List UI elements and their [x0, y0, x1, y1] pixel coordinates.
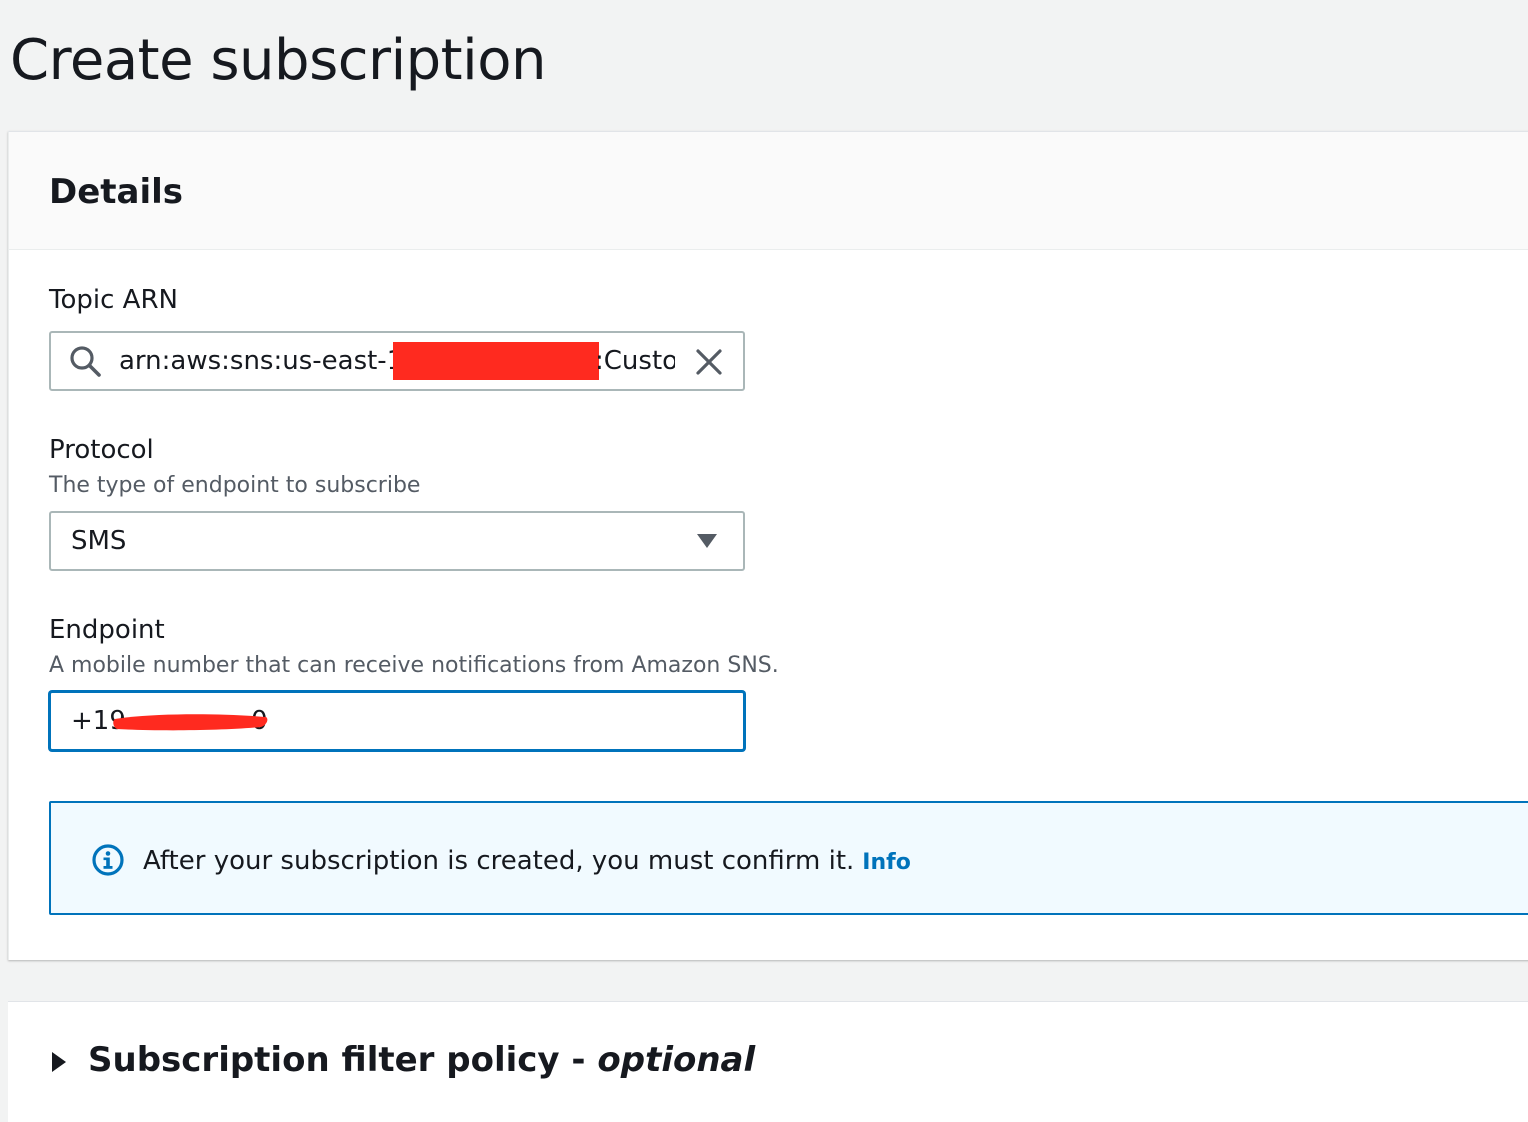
- filter-policy-optional: optional: [597, 1040, 756, 1080]
- endpoint-label: Endpoint: [49, 615, 165, 645]
- info-link[interactable]: Info: [862, 850, 911, 875]
- protocol-selected-value: SMS: [71, 526, 127, 556]
- details-panel-header: Details: [9, 132, 1528, 250]
- endpoint-description: A mobile number that can receive notific…: [49, 653, 779, 678]
- subscription-filter-policy-panel[interactable]: Subscription filter policy - optional: [8, 1001, 1528, 1122]
- protocol-select[interactable]: SMS: [49, 511, 745, 571]
- info-circle-icon: [92, 844, 124, 876]
- search-icon: [70, 346, 101, 377]
- topic-arn-value-suffix: :Custo: [595, 346, 675, 376]
- caret-down-icon: [697, 534, 717, 548]
- topic-arn-value-prefix: arn:aws:sns:us-east-1:: [119, 346, 412, 376]
- confirm-info-message: After your subscription is created, you …: [143, 845, 911, 879]
- details-panel: Details Topic ARN arn:aws:sns:us-east-1:…: [8, 131, 1528, 960]
- redacted-phone-number: [113, 714, 268, 731]
- details-heading: Details: [49, 172, 184, 212]
- filter-policy-separator: -: [559, 1040, 598, 1080]
- confirm-info-text: After your subscription is created, you …: [143, 846, 855, 876]
- confirm-info-alert: After your subscription is created, you …: [49, 801, 1528, 915]
- endpoint-input[interactable]: +19 0: [49, 691, 745, 751]
- filter-policy-title[interactable]: Subscription filter policy - optional: [88, 1038, 755, 1082]
- protocol-label: Protocol: [49, 435, 154, 465]
- filter-policy-title-text: Subscription filter policy: [88, 1040, 560, 1080]
- topic-arn-label: Topic ARN: [49, 285, 178, 315]
- protocol-description: The type of endpoint to subscribe: [49, 473, 421, 498]
- topic-arn-search-input[interactable]: arn:aws:sns:us-east-1: :Custo: [49, 331, 745, 391]
- page-title: Create subscription: [10, 28, 546, 93]
- expand-caret-icon[interactable]: [52, 1052, 66, 1072]
- redacted-account-id: [393, 342, 599, 380]
- clear-icon[interactable]: [693, 346, 725, 378]
